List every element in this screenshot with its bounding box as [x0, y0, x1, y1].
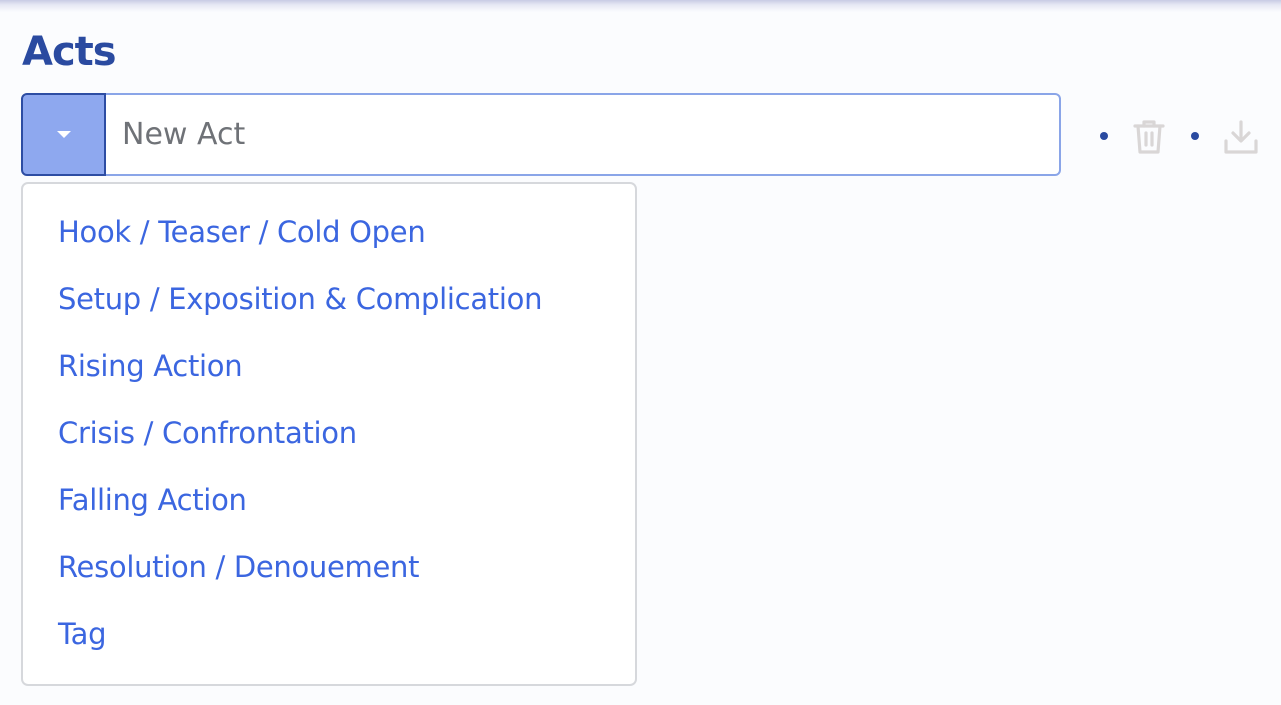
act-dropdown-menu: Hook / Teaser / Cold Open Setup / Exposi… [21, 182, 637, 686]
delete-button[interactable] [1129, 117, 1169, 157]
act-name-input[interactable] [106, 93, 1061, 176]
menu-item-tag[interactable]: Tag [23, 601, 635, 668]
top-bar-shadow [0, 0, 1281, 12]
page-title: Acts [22, 29, 117, 75]
download-button[interactable] [1221, 117, 1261, 157]
trash-icon [1133, 120, 1165, 154]
menu-item-rising-action[interactable]: Rising Action [23, 333, 635, 400]
menu-item-hook[interactable]: Hook / Teaser / Cold Open [23, 199, 635, 266]
separator-dot [1191, 132, 1199, 140]
menu-item-setup[interactable]: Setup / Exposition & Complication [23, 266, 635, 333]
download-icon [1224, 120, 1258, 154]
menu-item-resolution[interactable]: Resolution / Denouement [23, 534, 635, 601]
menu-item-crisis[interactable]: Crisis / Confrontation [23, 400, 635, 467]
act-combobox [21, 93, 1061, 176]
caret-down-icon [56, 131, 71, 138]
separator-dot [1100, 132, 1108, 140]
menu-item-falling-action[interactable]: Falling Action [23, 467, 635, 534]
act-dropdown-toggle[interactable] [21, 93, 106, 176]
